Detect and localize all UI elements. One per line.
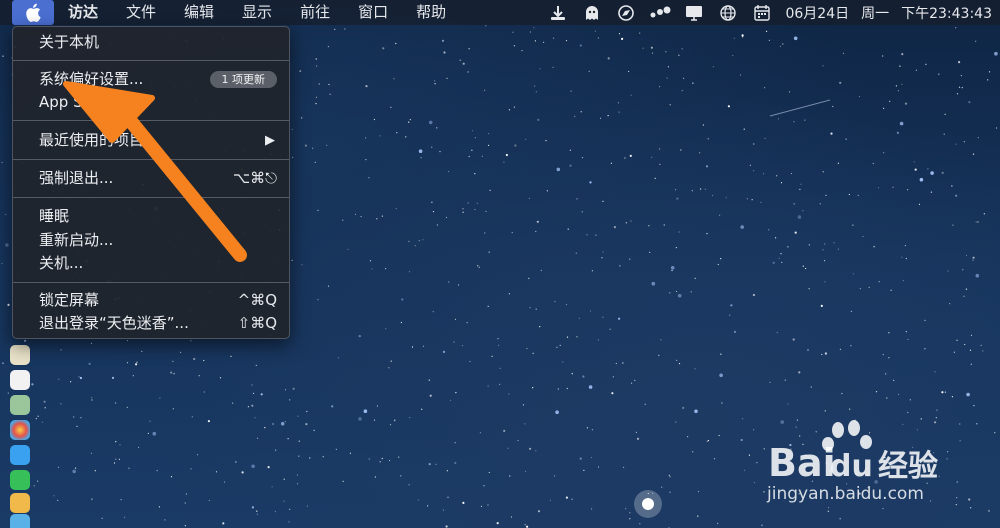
update-badge: 1 项更新 xyxy=(209,71,277,88)
logout-shortcut: ⇧⌘Q xyxy=(237,314,277,332)
menu-edit[interactable]: 编辑 xyxy=(170,0,228,25)
menu-view[interactable]: 显示 xyxy=(228,0,286,25)
menu-item-force-quit-label: 强制退出... xyxy=(39,169,114,187)
menu-item-sleep[interactable]: 睡眠 xyxy=(13,205,289,228)
status-area: 06月24日 周一 下午23:43:43 xyxy=(547,0,992,25)
menu-item-shutdown-label: 关机... xyxy=(39,254,84,272)
menu-item-app-store[interactable]: App Store... xyxy=(13,91,289,114)
dock-books-icon[interactable] xyxy=(10,493,30,513)
menu-go[interactable]: 前往 xyxy=(286,0,344,25)
menu-item-logout-label: 退出登录“天色迷香”... xyxy=(39,314,189,332)
menu-window[interactable]: 窗口 xyxy=(344,0,402,25)
menu-file[interactable]: 文件 xyxy=(112,0,170,25)
menu-item-shutdown[interactable]: 关机... xyxy=(13,252,289,275)
menu-item-recent-items-label: 最近使用的项目 xyxy=(39,131,145,149)
clock-date[interactable]: 06月24日 xyxy=(785,3,849,23)
menu-item-restart-label: 重新启动... xyxy=(39,231,114,249)
menu-item-lock-screen-label: 锁定屏幕 xyxy=(39,291,100,309)
apple-menu-button[interactable] xyxy=(12,0,54,25)
menu-item-restart[interactable]: 重新启动... xyxy=(13,229,289,252)
menu-item-system-preferences[interactable]: 系统偏好设置... 1 项更新 xyxy=(13,68,289,91)
menu-help[interactable]: 帮助 xyxy=(402,0,460,25)
menu-item-system-preferences-label: 系统偏好设置... xyxy=(39,70,144,88)
display-icon[interactable] xyxy=(683,4,705,22)
submenu-arrow-icon: ▶ xyxy=(265,133,275,148)
menu-item-force-quit[interactable]: 强制退出... ⌥⌘⎋ xyxy=(13,167,289,190)
dock-notes-icon[interactable] xyxy=(10,345,30,365)
menu-separator xyxy=(13,282,289,283)
menu-separator xyxy=(13,197,289,198)
menu-separator xyxy=(13,120,289,121)
dock-photos-icon[interactable] xyxy=(10,420,30,440)
dock-reminders-icon[interactable] xyxy=(10,370,30,390)
dock-numbers-icon[interactable] xyxy=(10,514,30,528)
watermark-jingyan: 经验 xyxy=(878,449,938,484)
globe-icon[interactable] xyxy=(717,4,739,22)
calendar-icon[interactable] xyxy=(751,4,773,22)
clock-time[interactable]: 下午23:43:43 xyxy=(901,3,992,23)
menu-item-app-store-label: App Store... xyxy=(39,93,128,111)
dock-facetime-icon[interactable] xyxy=(10,470,30,490)
menu-item-sleep-label: 睡眠 xyxy=(39,207,70,225)
desktop: 访达 文件 编辑 显示 前往 窗口 帮助 06月24日 周一 下午23:43:4… xyxy=(0,0,1000,528)
menu-separator xyxy=(13,60,289,61)
clock-weekday[interactable]: 周一 xyxy=(861,3,889,23)
watermark-du: du xyxy=(830,449,873,484)
menu-bar: 访达 文件 编辑 显示 前往 窗口 帮助 06月24日 周一 下午23:43:4… xyxy=(0,0,1000,25)
menu-item-about[interactable]: 关于本机 xyxy=(13,31,289,54)
menu-item-logout[interactable]: 退出登录“天色迷香”... ⇧⌘Q xyxy=(13,312,289,335)
force-quit-shortcut: ⌥⌘⎋ xyxy=(232,169,277,187)
menu-item-recent-items[interactable]: 最近使用的项目 ▶ xyxy=(13,129,289,152)
dock-messages-icon[interactable] xyxy=(10,445,30,465)
menu-item-about-label: 关于本机 xyxy=(39,33,100,51)
apple-logo-icon xyxy=(26,3,41,22)
menu-item-lock-screen[interactable]: 锁定屏幕 ^⌘Q xyxy=(13,289,289,312)
watermark-bai: Bai xyxy=(768,441,836,485)
ghost-icon[interactable] xyxy=(581,4,603,22)
menu-separator xyxy=(13,159,289,160)
compass-icon[interactable] xyxy=(615,4,637,22)
apple-dropdown-menu: 关于本机 系统偏好设置... 1 项更新 App Store... 最近使用的项… xyxy=(12,26,290,339)
menu-finder[interactable]: 访达 xyxy=(54,0,112,25)
dots-icon[interactable] xyxy=(649,4,671,22)
dock-maps-icon[interactable] xyxy=(10,395,30,415)
watermark-url: jingyan.baidu.com xyxy=(767,484,924,504)
lock-screen-shortcut: ^⌘Q xyxy=(237,291,277,309)
download-icon[interactable] xyxy=(547,4,569,22)
